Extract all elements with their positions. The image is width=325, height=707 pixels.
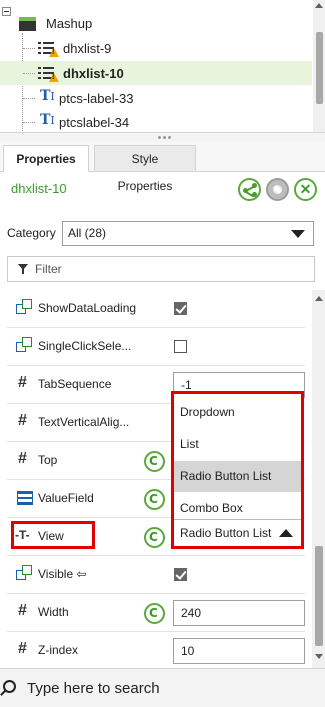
grip-dot	[163, 136, 166, 139]
tree-branch-line	[23, 122, 35, 123]
taskbar-search[interactable]: Type here to search	[0, 668, 325, 707]
filter-placeholder: Filter	[35, 262, 62, 276]
tree-item-dhxlist-9[interactable]: dhxlist-9	[0, 36, 312, 60]
binding-refresh-icon[interactable]	[144, 451, 165, 472]
filter-icon	[18, 264, 28, 274]
property-name: Visible ⇦	[38, 567, 87, 581]
property-name: ShowDataLoading	[38, 301, 137, 315]
chevron-down-icon	[291, 230, 305, 238]
visible-checkbox[interactable]	[174, 568, 187, 581]
showdataloading-checkbox[interactable]	[174, 302, 187, 315]
close-button[interactable]: ✕	[294, 178, 317, 201]
tree-branch-line	[23, 98, 35, 99]
panel-splitter[interactable]	[0, 133, 325, 142]
number-property-icon: #	[18, 640, 27, 657]
property-row-showdataloading: ShowDataLoading	[7, 290, 305, 328]
tree-item-ptcs-label-33[interactable]: TI ptcs-label-33	[0, 86, 312, 110]
search-placeholder: Type here to search	[27, 680, 160, 697]
property-name: SingleClickSele...	[38, 339, 132, 353]
view-select[interactable]: Radio Button List	[174, 519, 301, 546]
grip-dot	[158, 136, 161, 139]
property-name: ValueField	[38, 491, 94, 505]
tree-item-label: ptcslabel-34	[59, 115, 130, 130]
chevron-up-icon	[279, 529, 293, 537]
tree-item-label: ptcs-label-33	[59, 91, 134, 106]
view-property-highlight	[11, 521, 95, 549]
property-name: Width	[38, 605, 69, 619]
option-list[interactable]: List	[174, 429, 301, 460]
view-dropdown: Dropdown List Radio Button List Combo Bo…	[171, 391, 304, 549]
number-property-icon: #	[18, 450, 27, 467]
boolean-property-icon	[16, 299, 33, 316]
warning-icon	[49, 48, 59, 57]
number-property-icon: #	[18, 374, 27, 391]
warning-icon	[49, 73, 59, 82]
option-radio-button-list[interactable]: Radio Button List	[174, 461, 301, 492]
binding-refresh-icon[interactable]	[144, 603, 165, 624]
singleclickselect-checkbox[interactable]	[174, 340, 187, 353]
scroll-up-icon[interactable]	[315, 296, 323, 301]
close-icon: ✕	[299, 181, 312, 197]
tree-branch-line	[23, 73, 35, 74]
tree-scrollbar[interactable]	[313, 0, 325, 132]
scroll-thumb[interactable]	[315, 546, 323, 646]
tab-style-properties[interactable]: Style Properties	[94, 145, 196, 193]
mashup-icon	[19, 17, 36, 31]
binding-refresh-icon[interactable]	[144, 527, 165, 548]
option-dropdown[interactable]: Dropdown	[174, 397, 301, 428]
property-row-visible: Visible ⇦	[7, 556, 305, 594]
property-row-width: # Width 240	[7, 594, 305, 632]
infotable-field-icon	[17, 491, 33, 505]
tree-item-label: dhxlist-9	[63, 41, 112, 56]
category-select[interactable]: All (28)	[62, 221, 314, 246]
property-tabs: Properties Style Properties	[0, 142, 325, 193]
text-label-icon: TI	[40, 88, 55, 104]
boolean-property-icon	[16, 565, 33, 582]
share-button[interactable]	[238, 178, 261, 201]
grip-dot	[168, 136, 171, 139]
view-select-value: Radio Button List	[180, 526, 272, 540]
widget-tree: Mashup dhxlist-9 dhxlist-10 TI ptcs-labe…	[0, 0, 325, 133]
gear-icon	[273, 185, 282, 194]
width-input[interactable]: 240	[173, 600, 305, 626]
boolean-property-icon	[16, 337, 33, 354]
grid-scrollbar[interactable]	[312, 290, 325, 668]
scroll-up-icon[interactable]	[315, 3, 323, 8]
selected-widget-name: dhxlist-10	[11, 181, 67, 196]
tree-item-dhxlist-10[interactable]: dhxlist-10	[0, 61, 312, 85]
scroll-down-icon[interactable]	[315, 654, 323, 659]
search-icon	[3, 680, 16, 693]
binding-refresh-icon[interactable]	[144, 489, 165, 510]
property-name: TextVerticalAlig...	[38, 415, 130, 429]
property-name: Z-index	[38, 643, 79, 657]
filter-input[interactable]: Filter	[7, 256, 315, 282]
zindex-input[interactable]: 10	[173, 638, 305, 664]
settings-button[interactable]	[266, 178, 289, 201]
property-row-singleclickselect: SingleClickSele...	[7, 328, 305, 366]
number-property-icon: #	[18, 602, 27, 619]
category-label: Category	[7, 226, 56, 240]
category-value: All (28)	[68, 226, 107, 240]
property-name: TabSequence	[38, 377, 112, 391]
property-name: Top	[38, 453, 58, 467]
property-row-zindex: # Z-index 10	[7, 632, 305, 670]
tree-item-mashup[interactable]: Mashup	[0, 12, 312, 36]
scroll-thumb[interactable]	[316, 32, 323, 104]
tab-properties[interactable]: Properties	[3, 145, 89, 172]
text-label-icon: TI	[40, 112, 55, 128]
number-property-icon: #	[18, 412, 27, 429]
tree-item-label: dhxlist-10	[63, 66, 124, 81]
tree-item-label: Mashup	[46, 16, 93, 31]
tree-item-ptcslabel-34[interactable]: TI ptcslabel-34	[0, 110, 312, 132]
